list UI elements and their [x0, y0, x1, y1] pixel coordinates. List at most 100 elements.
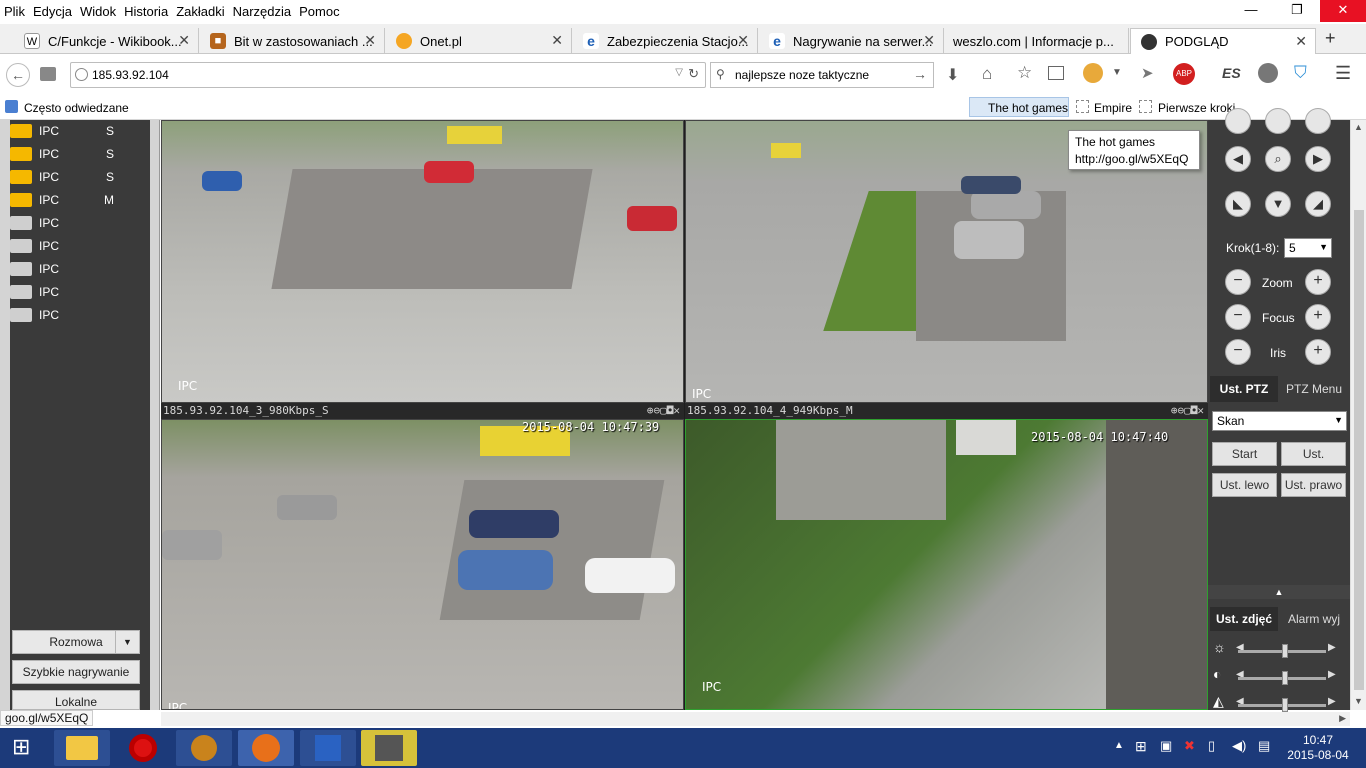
- step-select[interactable]: 5 ▼: [1284, 238, 1332, 258]
- camera-tool-icons[interactable]: ⊕⊖▢◘✕: [1171, 403, 1204, 419]
- bookmark-hot-games[interactable]: The hot games: [988, 101, 1068, 115]
- talk-button[interactable]: Rozmowa ▼: [12, 630, 140, 654]
- ptz-left-icon[interactable]: ◀: [1225, 146, 1251, 172]
- channel-item[interactable]: IPC: [10, 259, 150, 279]
- close-tab-icon[interactable]: ✕: [1295, 33, 1307, 50]
- horizontal-scrollbar[interactable]: ▶: [161, 712, 1350, 726]
- file-explorer-icon[interactable]: [54, 730, 110, 766]
- close-tab-icon[interactable]: ✕: [178, 32, 190, 49]
- search-input[interactable]: ⚲ najlepsze noze taktyczne →: [710, 62, 934, 88]
- close-window-icon[interactable]: ✕: [1320, 0, 1366, 22]
- zoom-out-icon[interactable]: −: [1225, 269, 1251, 295]
- network-app-icon[interactable]: [176, 730, 232, 766]
- opera-icon[interactable]: [115, 730, 171, 766]
- restore-icon[interactable]: ❐: [1274, 0, 1320, 22]
- bookmark-often-visited[interactable]: Często odwiedzane: [24, 101, 129, 115]
- tray-keyboard-icon[interactable]: ▤: [1258, 738, 1270, 754]
- slider-thumb[interactable]: [1282, 644, 1288, 658]
- vertical-scrollbar[interactable]: ▲ ▼: [1350, 120, 1366, 710]
- tab-image-settings[interactable]: Ust. zdjęć: [1210, 607, 1278, 631]
- ptz-down-icon[interactable]: ▼: [1265, 191, 1291, 217]
- tray-windows-icon[interactable]: ⊞: [1135, 738, 1147, 755]
- tray-network-icon[interactable]: ▣: [1160, 738, 1172, 754]
- new-tab-icon[interactable]: +: [1325, 28, 1336, 49]
- tray-volume-icon[interactable]: ◀): [1232, 738, 1246, 754]
- firefox-icon[interactable]: [238, 730, 294, 766]
- ptz-up-icon[interactable]: [1265, 108, 1291, 134]
- home-icon[interactable]: ⌂: [982, 64, 992, 84]
- close-tab-icon[interactable]: ✕: [551, 32, 563, 49]
- scroll-thumb[interactable]: [1354, 210, 1364, 690]
- channel-item[interactable]: IPC S: [10, 144, 150, 164]
- camera-view-1[interactable]: IPC: [161, 120, 684, 403]
- set-left-button[interactable]: Ust. lewo: [1212, 473, 1277, 497]
- ptz-zoom-region-icon[interactable]: ⌕: [1265, 146, 1291, 172]
- channel-item[interactable]: IPC S: [10, 167, 150, 187]
- tray-warning-icon[interactable]: ✖: [1184, 738, 1195, 754]
- camera-tool-icons[interactable]: ⊕⊖▢◘✕: [647, 403, 680, 419]
- reading-list-icon[interactable]: [1048, 66, 1064, 80]
- menu-narzedzia[interactable]: Narzędzia: [229, 4, 296, 19]
- save-app-icon[interactable]: [300, 730, 356, 766]
- brightness-slider[interactable]: [1238, 644, 1326, 658]
- camera-view-4[interactable]: 2015-08-04 10:47:40 IPC: [685, 419, 1208, 710]
- channel-item[interactable]: IPC: [10, 236, 150, 256]
- channel-item[interactable]: IPC S: [10, 121, 150, 141]
- download-icon[interactable]: ⬇: [946, 65, 959, 85]
- quick-record-button[interactable]: Szybkie nagrywanie: [12, 660, 140, 684]
- bookmark-pierwsze-kroki[interactable]: Pierwsze kroki: [1158, 101, 1235, 115]
- chevron-down-icon[interactable]: ▼: [115, 631, 139, 653]
- scroll-down-icon[interactable]: ▼: [1354, 696, 1363, 706]
- dropdown-arrow-icon[interactable]: ▼: [1112, 67, 1122, 78]
- set-right-button[interactable]: Ust. prawo: [1281, 473, 1346, 497]
- slider-thumb[interactable]: [1282, 698, 1288, 712]
- slider-thumb[interactable]: [1282, 671, 1288, 685]
- local-button[interactable]: Lokalne: [12, 690, 140, 710]
- tab-nagrywanie[interactable]: e Nagrywanie na serwer... ✕: [759, 28, 944, 54]
- menu-widok[interactable]: Widok: [76, 4, 120, 19]
- reload-icon[interactable]: ↻: [688, 66, 699, 82]
- close-tab-icon[interactable]: ✕: [364, 32, 376, 49]
- menu-zakladki[interactable]: Zakładki: [172, 4, 228, 19]
- zoom-in-icon[interactable]: +: [1305, 269, 1331, 295]
- ptz-up-left-icon[interactable]: [1225, 108, 1251, 134]
- bookmark-empire[interactable]: Empire: [1094, 101, 1132, 115]
- tab-zabezpieczenia[interactable]: e Zabezpieczenia Stacjo... ✕: [573, 28, 758, 54]
- close-tab-icon[interactable]: ✕: [737, 32, 749, 49]
- greasemonkey-icon[interactable]: [1083, 63, 1103, 83]
- chat-addon-icon[interactable]: [1258, 63, 1278, 83]
- tab-ptz-settings[interactable]: Ust. PTZ: [1210, 376, 1278, 402]
- menu-plik[interactable]: Plik: [0, 4, 29, 19]
- channel-item[interactable]: IPC: [10, 213, 150, 233]
- ptz-down-right-icon[interactable]: ◢: [1305, 191, 1331, 217]
- channel-item[interactable]: IPC: [10, 282, 150, 302]
- url-bar[interactable]: 185.93.92.104 ▽ ↻: [70, 62, 706, 88]
- slider-right-arrow-icon[interactable]: ▶: [1328, 642, 1336, 653]
- page-identity-icon[interactable]: [40, 67, 56, 81]
- slider-right-arrow-icon[interactable]: ▶: [1328, 669, 1336, 680]
- minimize-icon[interactable]: —: [1228, 0, 1274, 22]
- tab-bit[interactable]: ■ Bit w zastosowaniach ... ✕: [200, 28, 385, 54]
- bookmark-star-icon[interactable]: ☆: [1017, 63, 1032, 83]
- close-tab-icon[interactable]: ✕: [923, 32, 935, 49]
- collapse-up-icon[interactable]: ▲: [1208, 585, 1350, 599]
- tab-weszlo[interactable]: weszlo.com | Informacje p...: [945, 28, 1129, 54]
- scroll-right-icon[interactable]: ▶: [1339, 713, 1346, 724]
- tab-ptz-menu[interactable]: PTZ Menu: [1278, 376, 1350, 402]
- tab-wikibooks[interactable]: W C/Funkcje - Wikibook... ✕: [14, 28, 199, 54]
- channel-item[interactable]: IPC M: [10, 190, 150, 210]
- scroll-up-icon[interactable]: ▲: [1354, 122, 1363, 132]
- tab-onet[interactable]: Onet.pl ✕: [386, 28, 572, 54]
- shield-icon[interactable]: ⛉: [1294, 63, 1307, 83]
- es-addon-icon[interactable]: ES: [1222, 65, 1241, 81]
- menu-edycja[interactable]: Edycja: [29, 4, 76, 19]
- dropdown-arrow-icon[interactable]: ▽: [675, 67, 683, 78]
- windows-start-icon[interactable]: ⊞: [12, 736, 30, 758]
- contrast-slider[interactable]: [1238, 671, 1326, 685]
- iris-plus-icon[interactable]: +: [1305, 339, 1331, 365]
- focus-minus-icon[interactable]: −: [1225, 304, 1251, 330]
- tray-battery-icon[interactable]: ▯: [1208, 738, 1215, 754]
- slider-right-arrow-icon[interactable]: ▶: [1328, 696, 1336, 707]
- camera-view-3[interactable]: 2015-08-04 10:47:39 IPC: [161, 419, 684, 710]
- ptz-up-right-icon[interactable]: [1305, 108, 1331, 134]
